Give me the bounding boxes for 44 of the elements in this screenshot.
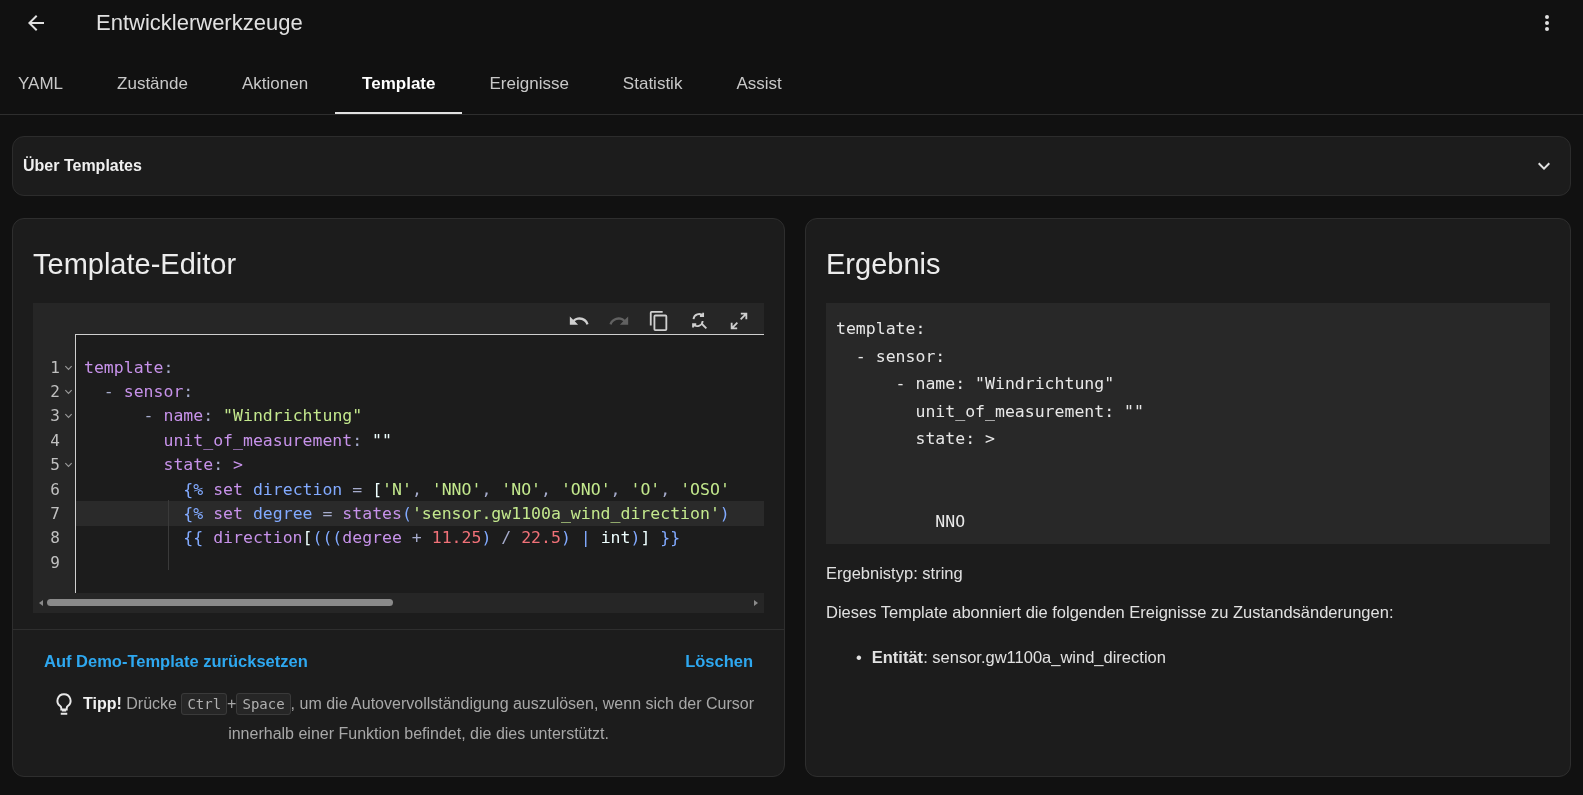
- tab[interactable]: Statistik: [595, 56, 710, 114]
- page-title: Entwicklerwerkzeuge: [96, 10, 304, 36]
- fold-chevron-icon[interactable]: [64, 387, 73, 397]
- line-number: 3: [50, 406, 60, 426]
- reset-demo-link[interactable]: Auf Demo-Template zurücksetzen: [44, 652, 308, 671]
- entity-text: Entität: sensor.gw1100a_wind_direction: [871, 647, 1166, 668]
- code-line: unit_of_measurement: "": [162, 430, 392, 450]
- line-number: 6: [50, 479, 60, 499]
- clear-link[interactable]: Löschen: [685, 652, 753, 671]
- tab[interactable]: Ereignisse: [462, 56, 596, 114]
- subscription-text: Dieses Template abonniert die folgenden Ereignisse zu Zustandsänderungen:: [826, 603, 1395, 622]
- line-number: 2: [50, 382, 60, 402]
- code-line: state: >: [162, 455, 243, 475]
- card-title: Template-Editor: [32, 247, 238, 282]
- line-number: 1: [50, 357, 60, 377]
- tip-text: Tipp! Drücke Ctrl + Space , um die Autovervollständigung auszulösen, wenn sich der Cursor innerhalb einer Funktion befindet, die dies unterstützt.: [83, 692, 754, 744]
- tab[interactable]: YAML: [0, 56, 91, 114]
- code-line: {% set degree = states('sensor.gw1100a_wind_direction'): [182, 504, 730, 524]
- line-number: 5: [50, 455, 60, 475]
- scrollbar-thumb[interactable]: [47, 599, 393, 606]
- line-number: 4: [50, 430, 60, 450]
- fold-chevron-icon[interactable]: [64, 460, 73, 470]
- scroll-left-icon[interactable]: [37, 599, 45, 607]
- line-number: 8: [50, 528, 60, 548]
- tab[interactable]: Aktionen: [214, 56, 336, 114]
- tab[interactable]: Zustände: [90, 56, 215, 114]
- result-output: template: - sensor: - name: "Windrichtung" unit_of_measurement: "" state: > NNO: [826, 303, 1550, 544]
- line-number: 7: [50, 504, 60, 524]
- about-templates-panel[interactable]: Über Templates: [12, 136, 1571, 196]
- code-line: {{ direction[(((degree + 11.25) / 22.5) | int)] }}: [182, 528, 681, 548]
- result-type-text: Ergebnistyp: string: [826, 564, 964, 583]
- fold-chevron-icon[interactable]: [64, 411, 73, 421]
- line-number: 9: [50, 552, 60, 572]
- card-title: Ergebnis: [826, 247, 942, 282]
- code-line: - name: "Windrichtung": [142, 406, 363, 426]
- code-line: template:: [84, 357, 174, 377]
- code-line: - sensor:: [102, 382, 194, 402]
- tab[interactable]: Template: [335, 56, 463, 114]
- copy-icon: [648, 309, 670, 332]
- bullet: •: [856, 647, 862, 668]
- code-editor[interactable]: [33, 303, 764, 613]
- scroll-right-icon[interactable]: [752, 599, 760, 607]
- code-line: {% set direction = ['N', 'NNO', 'NO', 'ONO', 'O', 'OSO': [182, 479, 730, 499]
- tab[interactable]: Assist: [709, 56, 809, 114]
